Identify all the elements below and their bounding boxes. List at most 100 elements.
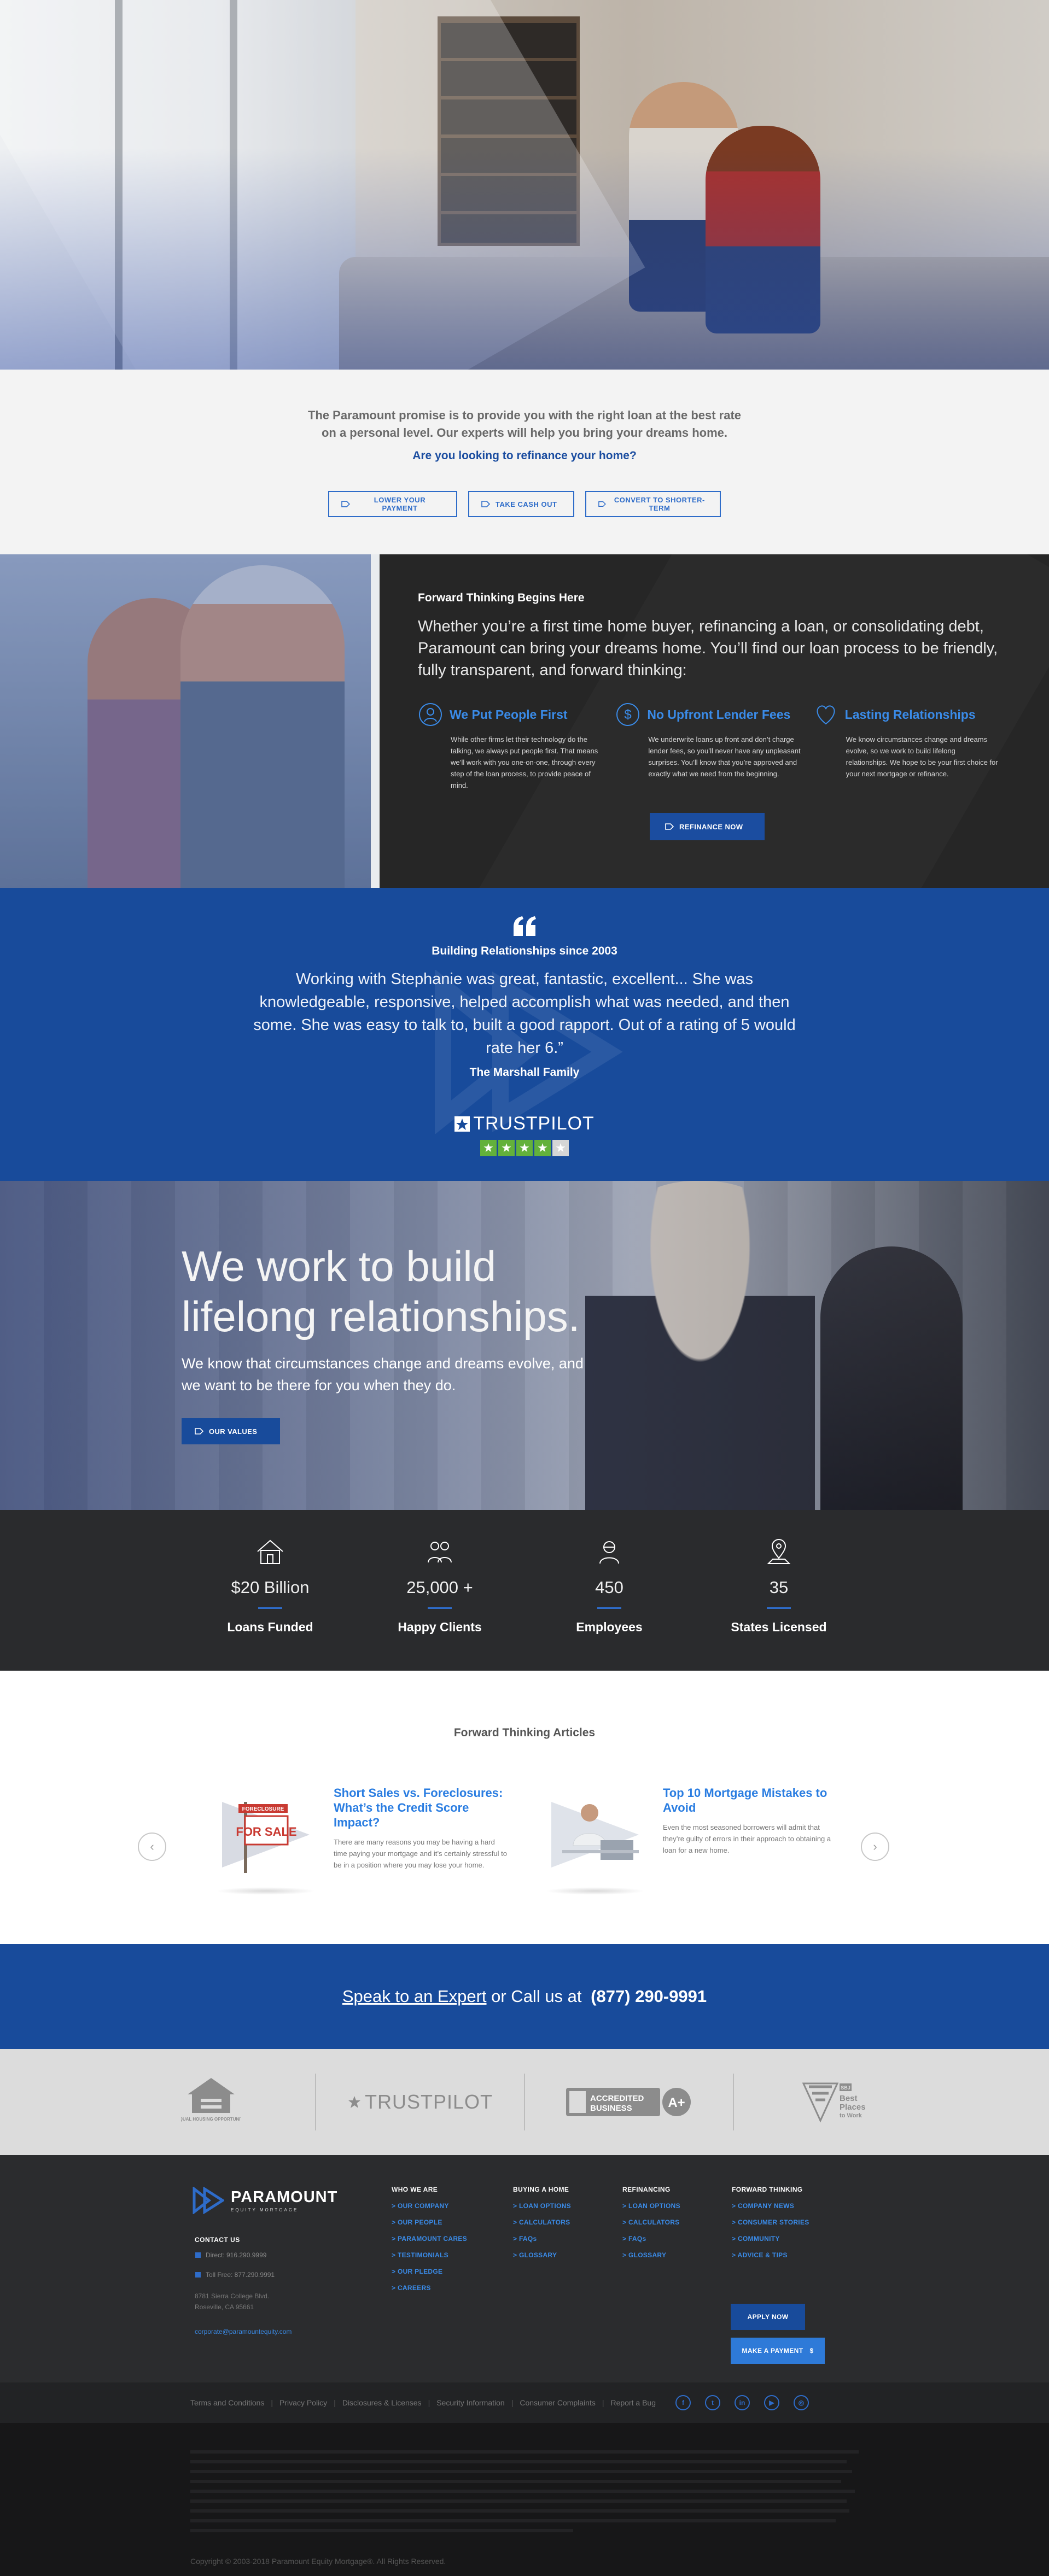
footer-logo[interactable]: PARAMOUNT EQUITY MORTGAGE	[193, 2187, 337, 2214]
twitter-icon[interactable]: t	[704, 2395, 720, 2410]
rating-star-icon: ★	[552, 1140, 569, 1156]
relationships-copy: We know that circumstances change and dr…	[182, 1355, 584, 1394]
stats-section: $20 Billion Loans Funded 25,000 + Happy …	[0, 1510, 1049, 1671]
feature-no-fees: $ No Upfront Lender Fees We underwrite l…	[615, 702, 813, 791]
footer-menu-link[interactable]: > CALCULATORS	[513, 2218, 571, 2226]
footer-menu-link-label: LOAN OPTIONS	[628, 2202, 680, 2210]
feature-text: We underwrite loans up front and don’t c…	[648, 735, 801, 778]
footer-menu-link[interactable]: > GLOSSARY	[513, 2251, 571, 2259]
chevron-right-icon: >	[732, 2251, 738, 2259]
footer-menu-link[interactable]: > ADVICE & TIPS	[732, 2251, 809, 2259]
stat-happy-clients: 25,000 + Happy Clients	[355, 1538, 524, 1671]
forward-lead: Whether you’re a first time home buyer, …	[418, 618, 998, 679]
refinance-now-button[interactable]: REFINANCE NOW	[650, 813, 765, 840]
phone-icon	[195, 2272, 201, 2278]
article-body: Top 10 Mortgage Mistakes to Avoid Even t…	[663, 1785, 838, 1884]
footer-menu-link[interactable]: > OUR COMPANY	[392, 2202, 467, 2210]
our-values-button[interactable]: OUR VALUES	[182, 1418, 280, 1444]
carousel-prev-button[interactable]: ‹	[138, 1833, 166, 1861]
rating-star-icon: ★	[516, 1140, 533, 1156]
feature-people-first: We Put People First While other firms le…	[418, 702, 615, 791]
feature-relationships: Lasting Relationships We know circumstan…	[813, 702, 1011, 791]
rating-star-icon: ★	[498, 1140, 515, 1156]
footer-menu-link[interactable]: > FAQs	[622, 2235, 680, 2243]
refinance-question: Are you looking to refinance your home?	[412, 449, 637, 462]
chevron-right-icon: ›	[873, 1840, 877, 1853]
take-cash-out-button[interactable]: TAKE CASH OUT	[468, 491, 574, 517]
testimonial-section: Building Relationships since 2003 Workin…	[0, 888, 1049, 1181]
footer-menu-link[interactable]: > OUR PLEDGE	[392, 2268, 467, 2275]
linkedin-icon[interactable]: in	[734, 2395, 750, 2410]
facebook-icon[interactable]: f	[675, 2395, 691, 2410]
footer-menu-link-label: OUR PLEDGE	[397, 2268, 443, 2275]
call-to-action-bar: Speak to an Expert or Call us at (877) 2…	[0, 1944, 1049, 2049]
lower-payment-button[interactable]: LOWER YOUR PAYMENT	[328, 491, 457, 517]
article-card[interactable]: Top 10 Mortgage Mistakes to Avoid Even t…	[540, 1785, 838, 1895]
youtube-icon[interactable]: ▶	[764, 2395, 779, 2410]
footer-menu-link[interactable]: > TESTIMONIALS	[392, 2251, 467, 2259]
footer-menu-link[interactable]: > CAREERS	[392, 2284, 467, 2292]
footer-menu-link-label: GLOSSARY	[518, 2251, 557, 2259]
feature-title: We Put People First	[450, 707, 568, 722]
stat-states-licensed: 35 States Licensed	[694, 1538, 864, 1671]
convert-shorter-term-button[interactable]: CONVERT TO SHORTER-TERM	[585, 491, 721, 517]
map-pin-icon	[767, 1539, 791, 1564]
footer-menu-link[interactable]: > CONSUMER STORIES	[732, 2218, 809, 2226]
apply-now-button[interactable]: APPLY NOW	[731, 2304, 805, 2330]
logo-subtitle: EQUITY MORTGAGE	[231, 2208, 299, 2212]
footer-menu-link[interactable]: > COMPANY NEWS	[732, 2202, 809, 2210]
legal-link[interactable]: Consumer Complaints	[520, 2398, 596, 2407]
contact-heading: CONTACT US	[195, 2236, 240, 2244]
lower-payment-label: LOWER YOUR PAYMENT	[374, 496, 426, 512]
toll-free-phone[interactable]: Toll Free: 877.290.9991	[195, 2271, 292, 2279]
footer-email-link[interactable]: corporate@paramountequity.com	[195, 2328, 292, 2335]
direct-phone[interactable]: Direct: 916.290.9999	[195, 2251, 292, 2259]
chevron-right-icon: >	[392, 2268, 398, 2275]
footer-menu-link[interactable]: > FAQs	[513, 2235, 571, 2243]
footer-menu-link[interactable]: > PARAMOUNT CARES	[392, 2235, 467, 2243]
article-card[interactable]: FORECLOSURE FOR SALE Short Sales vs. For…	[211, 1785, 509, 1895]
chevron-right-icon: >	[513, 2202, 519, 2210]
refinance-options: LOWER YOUR PAYMENT TAKE CASH OUT CONVERT…	[0, 491, 1049, 517]
article-excerpt: Even the most seasoned borrowers will ad…	[663, 1823, 831, 1854]
article-body: Short Sales vs. Foreclosures: What’s the…	[334, 1785, 509, 1884]
footer-menu-who-we-are: WHO WE ARE > OUR COMPANY > OUR PEOPLE > PAR…	[392, 2186, 467, 2292]
hero-tint	[0, 0, 1049, 370]
footer-menu-link[interactable]: > GLOSSARY	[622, 2251, 680, 2259]
footer-address: 8781 Sierra College Blvd. Roseville, CA …	[195, 2291, 292, 2312]
article-title[interactable]: Top 10 Mortgage Mistakes to Avoid	[663, 1785, 838, 1815]
footer-menu-refinancing: REFINANCING > LOAN OPTIONS > CALCULATORS > …	[622, 2186, 680, 2259]
chevron-right-icon: >	[622, 2235, 628, 2243]
legal-link[interactable]: Terms and Conditions	[190, 2398, 264, 2407]
trustpilot-badge[interactable]: TRUSTPILOT	[316, 2072, 524, 2132]
tag-icon	[341, 501, 350, 507]
legal-link[interactable]: Disclosures & Licenses	[342, 2398, 422, 2407]
footer-menu-link[interactable]: > COMMUNITY	[732, 2235, 809, 2243]
instagram-icon[interactable]: ◎	[793, 2395, 809, 2410]
chevron-right-icon: >	[732, 2235, 738, 2243]
footer-menu-link[interactable]: > LOAN OPTIONS	[513, 2202, 571, 2210]
footer-menu-heading: WHO WE ARE	[392, 2186, 438, 2193]
bbb-accredited-badge[interactable]: ACCREDITED BUSINESS A+	[525, 2072, 733, 2132]
speak-to-expert-link[interactable]: Speak to an Expert	[342, 1987, 487, 2006]
paramount-watermark-icon	[435, 970, 623, 1134]
stat-divider	[767, 1607, 791, 1609]
promise-text: The Paramount promise is to provide you …	[307, 408, 742, 440]
chevron-right-icon: >	[392, 2218, 398, 2226]
social-links: f t in ▶ ◎	[675, 2395, 809, 2410]
dollar-icon: $	[616, 703, 640, 726]
footer-menu-link[interactable]: > OUR PEOPLE	[392, 2218, 467, 2226]
stat-divider	[258, 1607, 282, 1609]
carousel-next-button[interactable]: ›	[861, 1833, 889, 1861]
footer-menu-link[interactable]: > LOAN OPTIONS	[622, 2202, 680, 2210]
phone-link[interactable]: (877) 290-9991	[591, 1987, 707, 2006]
make-payment-button[interactable]: MAKE A PAYMENT $	[731, 2338, 825, 2364]
article-title[interactable]: Short Sales vs. Foreclosures: What’s the…	[334, 1785, 509, 1830]
legal-link[interactable]: Privacy Policy	[279, 2398, 327, 2407]
legal-link[interactable]: Report a Bug	[610, 2398, 656, 2407]
footer-menu-link[interactable]: > CALCULATORS	[622, 2218, 680, 2226]
footer-menu-link-label: FAQs	[518, 2235, 537, 2243]
disclaimer-section: Copyright © 2003-2018 Paramount Equity M…	[0, 2423, 1049, 2576]
stat-label: Happy Clients	[398, 1620, 482, 1634]
legal-link[interactable]: Security Information	[436, 2398, 505, 2407]
